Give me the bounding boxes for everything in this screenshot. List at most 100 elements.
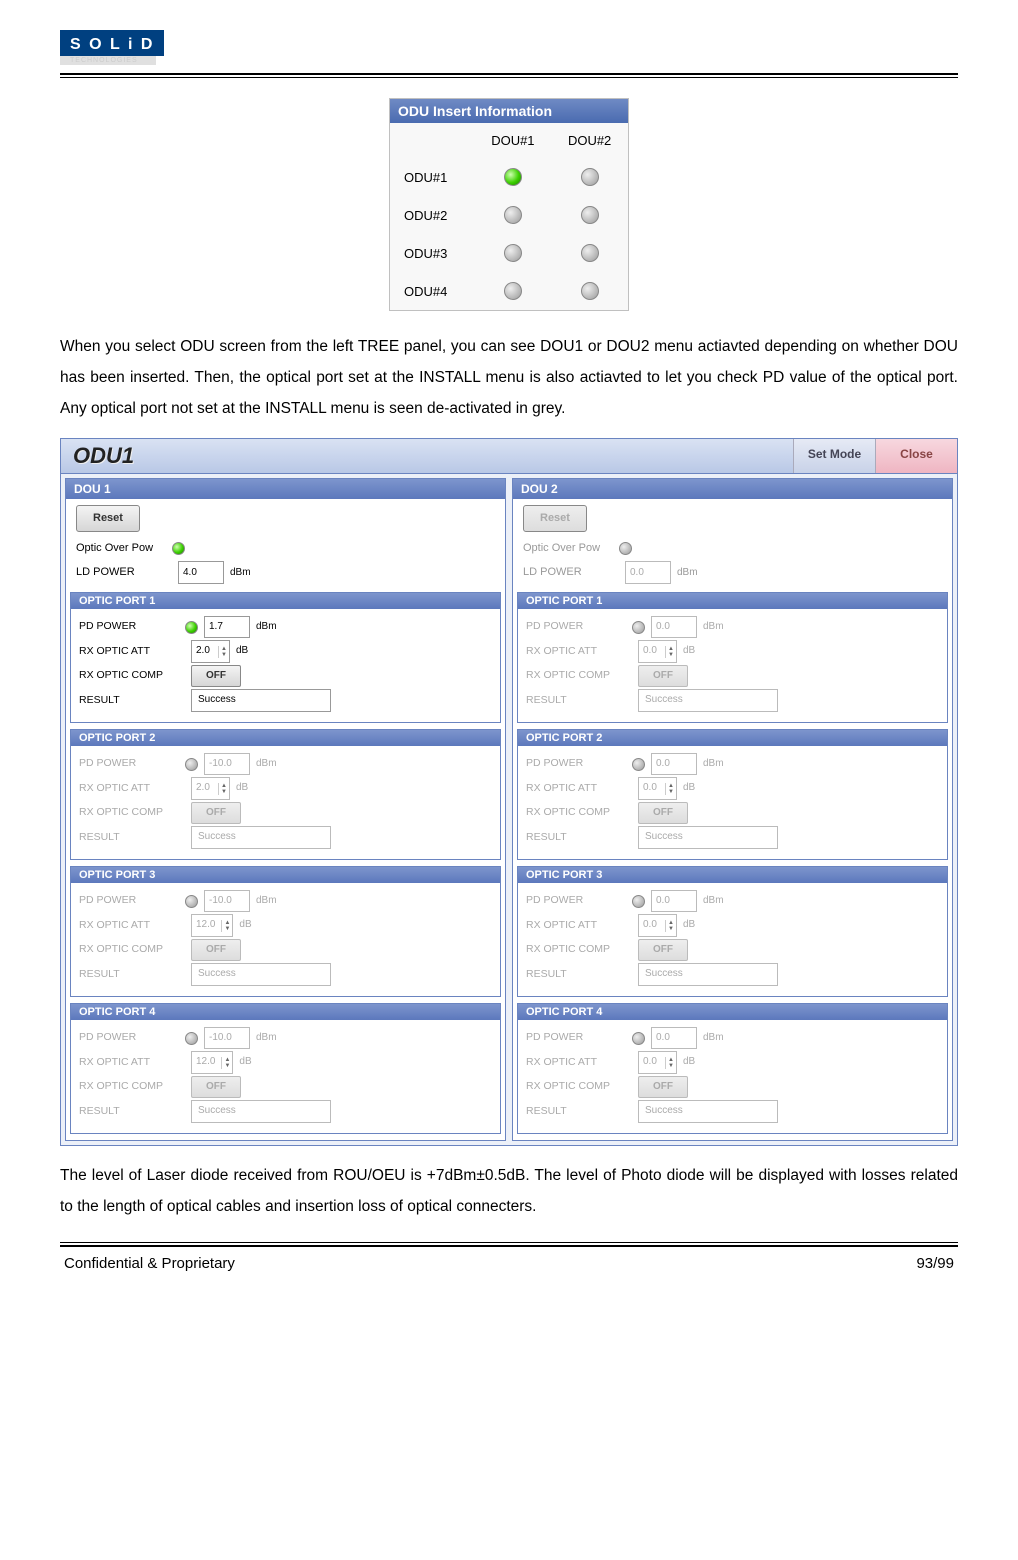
port-body: PD POWER 1.7 dBm RX OPTIC ATT 2.0 ▲▼ dB …: [71, 609, 500, 722]
rx-optic-att-value: 2.0: [192, 778, 218, 799]
rx-optic-att-label: RX OPTIC ATT: [79, 1053, 179, 1072]
spinner-arrows-icon: ▲▼: [221, 1057, 232, 1069]
unit-dbm: dBm: [703, 618, 724, 637]
dou-title: DOU 1: [66, 479, 505, 499]
optic-port: OPTIC PORT 3 PD POWER -10.0 dBm RX OPTIC…: [70, 866, 501, 997]
status-led[interactable]: [581, 282, 599, 300]
rx-optic-att-spinner: 2.0 ▲▼: [191, 777, 230, 800]
result-label: RESULT: [526, 691, 626, 710]
status-led: [632, 895, 645, 908]
result-label: RESULT: [79, 965, 179, 984]
rx-optic-comp-button[interactable]: OFF: [191, 665, 241, 688]
reset-button[interactable]: Reset: [76, 505, 140, 532]
odu-insert-panel: ODU Insert Information DOU#1 DOU#2 ODU#1…: [389, 98, 629, 311]
pd-power-value: 1.7: [204, 616, 250, 639]
rx-optic-comp-button: OFF: [638, 802, 688, 825]
port-body: PD POWER -10.0 dBm RX OPTIC ATT 12.0 ▲▼ …: [71, 883, 500, 996]
rx-optic-att-value: 0.0: [639, 641, 665, 662]
optic-over-pow-label: Optic Over Pow: [76, 538, 166, 559]
optic-over-pow-label: Optic Over Pow: [523, 538, 613, 559]
rx-optic-comp-button: OFF: [191, 1076, 241, 1099]
pd-power-label: PD POWER: [526, 754, 626, 773]
rx-optic-att-label: RX OPTIC ATT: [526, 779, 626, 798]
paragraph: The level of Laser diode received from R…: [60, 1160, 958, 1222]
rx-optic-att-label: RX OPTIC ATT: [79, 779, 179, 798]
pd-power-value: 0.0: [651, 616, 697, 639]
result-value: Success: [638, 689, 778, 712]
rx-optic-att-value: 0.0: [639, 778, 665, 799]
optic-port: OPTIC PORT 1 PD POWER 1.7 dBm RX OPTIC A…: [70, 592, 501, 723]
pd-power-label: PD POWER: [79, 1028, 179, 1047]
paragraph: When you select ODU screen from the left…: [60, 331, 958, 424]
rx-optic-comp-label: RX OPTIC COMP: [79, 940, 179, 959]
status-led[interactable]: [504, 282, 522, 300]
rx-optic-att-spinner[interactable]: 2.0 ▲▼: [191, 640, 230, 663]
unit-dbm: dBm: [703, 1029, 724, 1048]
rx-optic-comp-button: OFF: [638, 1076, 688, 1099]
row-label: ODU#2: [390, 196, 475, 234]
rx-optic-att-spinner: 12.0 ▲▼: [191, 1051, 233, 1074]
row-label: ODU#4: [390, 272, 475, 310]
footer-left: Confidential & Proprietary: [64, 1255, 235, 1272]
logo: S O L i D TECHNOLOGIES: [60, 30, 958, 65]
pd-power-label: PD POWER: [79, 617, 179, 636]
status-led[interactable]: [581, 244, 599, 262]
dou-column: DOU 1 Reset Optic Over Pow LD POWER 4.0 …: [65, 478, 506, 1141]
rx-optic-comp-button: OFF: [638, 665, 688, 688]
status-led[interactable]: [504, 206, 522, 224]
result-value: Success: [638, 963, 778, 986]
unit-db: dB: [683, 779, 695, 798]
status-led[interactable]: [581, 168, 599, 186]
result-value: Success: [638, 1100, 778, 1123]
status-led[interactable]: [504, 168, 522, 186]
unit-db: dB: [236, 642, 248, 661]
rx-optic-comp-label: RX OPTIC COMP: [526, 940, 626, 959]
status-led[interactable]: [504, 244, 522, 262]
rx-optic-comp-button: OFF: [191, 802, 241, 825]
result-label: RESULT: [79, 828, 179, 847]
port-body: PD POWER -10.0 dBm RX OPTIC ATT 2.0 ▲▼ d…: [71, 746, 500, 859]
pd-power-label: PD POWER: [526, 617, 626, 636]
spinner-arrows-icon: ▲▼: [221, 920, 232, 932]
col-header: DOU#1: [475, 123, 552, 158]
spinner-arrows-icon: ▲▼: [665, 783, 676, 795]
port-title: OPTIC PORT 4: [518, 1004, 947, 1020]
status-led: [632, 758, 645, 771]
page-footer: Confidential & Proprietary 93/99: [60, 1255, 958, 1272]
pd-power-value: -10.0: [204, 1027, 250, 1050]
rx-optic-att-value: 12.0: [192, 1052, 221, 1073]
port-body: PD POWER 0.0 dBm RX OPTIC ATT 0.0 ▲▼ dB …: [518, 746, 947, 859]
table-row: ODU#3: [390, 234, 628, 272]
close-button[interactable]: Close: [875, 439, 957, 473]
divider: [60, 1245, 958, 1247]
rx-optic-att-spinner: 0.0 ▲▼: [638, 777, 677, 800]
rx-optic-att-spinner: 12.0 ▲▼: [191, 914, 233, 937]
ld-power-value: 0.0: [625, 561, 671, 584]
unit-dbm: dBm: [256, 618, 277, 637]
ld-power-value: 4.0: [178, 561, 224, 584]
status-led[interactable]: [581, 206, 599, 224]
optic-port: OPTIC PORT 2 PD POWER -10.0 dBm RX OPTIC…: [70, 729, 501, 860]
row-label: ODU#3: [390, 234, 475, 272]
spinner-arrows-icon: ▲▼: [665, 1057, 676, 1069]
pd-power-value: -10.0: [204, 753, 250, 776]
row-label: ODU#1: [390, 158, 475, 196]
result-label: RESULT: [79, 691, 179, 710]
odu1-panel: ODU1 Set Mode Close DOU 1 Reset Optic Ov…: [60, 438, 958, 1146]
pd-power-value: 0.0: [651, 753, 697, 776]
rx-optic-att-label: RX OPTIC ATT: [79, 916, 179, 935]
status-led: [172, 542, 185, 555]
spinner-arrows-icon[interactable]: ▲▼: [218, 646, 229, 658]
pd-power-value: 0.0: [651, 890, 697, 913]
rx-optic-att-value: 0.0: [639, 1052, 665, 1073]
table-row: ODU#4: [390, 272, 628, 310]
optic-port: OPTIC PORT 4 PD POWER -10.0 dBm RX OPTIC…: [70, 1003, 501, 1134]
unit-dbm: dBm: [230, 563, 251, 582]
pd-power-value: 0.0: [651, 1027, 697, 1050]
spinner-arrows-icon: ▲▼: [665, 920, 676, 932]
rx-optic-comp-label: RX OPTIC COMP: [526, 1077, 626, 1096]
result-label: RESULT: [526, 965, 626, 984]
set-mode-button[interactable]: Set Mode: [793, 439, 875, 473]
result-value: Success: [191, 963, 331, 986]
rx-optic-att-value: 0.0: [639, 915, 665, 936]
